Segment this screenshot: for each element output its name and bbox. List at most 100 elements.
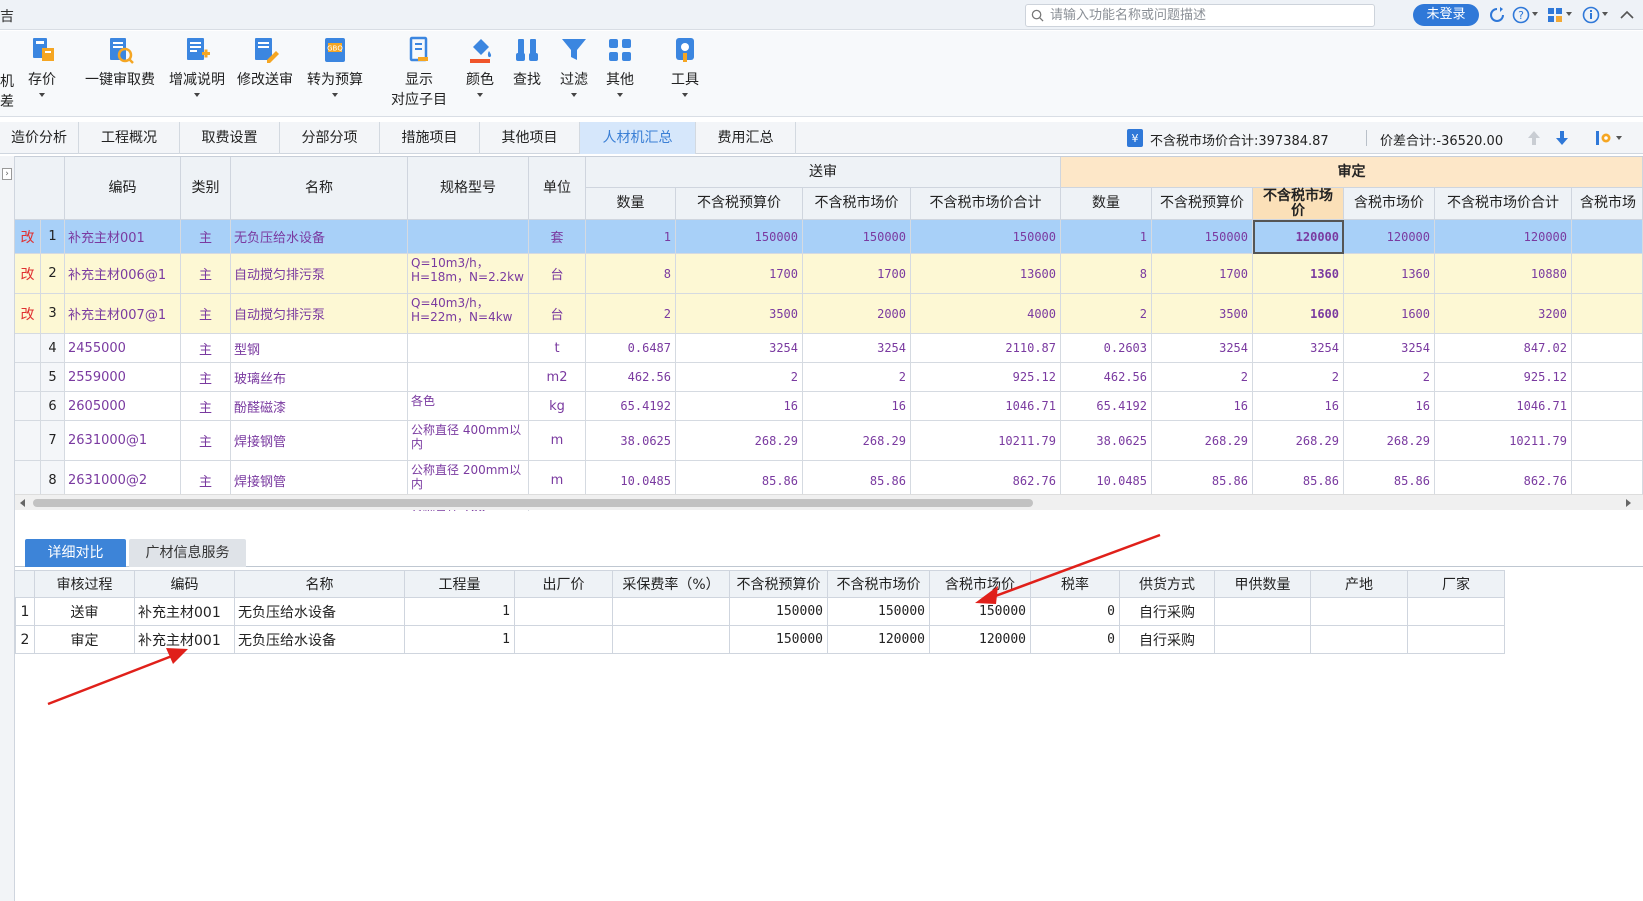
detail-cell-process[interactable]: 送审: [35, 598, 135, 626]
cell-tax-total[interactable]: [1572, 220, 1643, 254]
cell-s-market[interactable]: 1700: [803, 254, 911, 294]
cell-no[interactable]: 1: [41, 220, 65, 254]
detail-cell-factory[interactable]: [515, 598, 613, 626]
cell-s-market[interactable]: 150000: [803, 220, 911, 254]
detail-cell-budget[interactable]: 150000: [730, 598, 828, 626]
cell-a-budget[interactable]: 16: [1152, 392, 1253, 421]
cell-spec[interactable]: Q=40m3/h，H=22m，N=4kw: [408, 294, 529, 334]
col-header-submit-qty[interactable]: 数量: [586, 188, 676, 220]
cell-s-budget[interactable]: 3254: [676, 334, 803, 363]
cell-unit[interactable]: 台: [529, 254, 586, 294]
cell-s-total[interactable]: 2110.87: [911, 334, 1061, 363]
help-icon[interactable]: ?: [1512, 6, 1530, 24]
cell-a-qty[interactable]: 8: [1061, 254, 1152, 294]
cell-mark[interactable]: [15, 421, 41, 461]
table-row[interactable]: 6 2605000 主酚醛磁漆 各色 kg 65.4192 16 16 1046.71 65.41…: [15, 392, 1643, 421]
detail-col-header[interactable]: 采保费率（%）: [613, 570, 730, 598]
detail-col-header[interactable]: 编码: [135, 570, 235, 598]
scroll-left-icon[interactable]: [20, 499, 25, 507]
ribbon-filter-button[interactable]: 过滤: [554, 35, 594, 97]
detail-cell-supply[interactable]: 自行采购: [1120, 598, 1215, 626]
scrollbar-thumb[interactable]: [33, 499, 1033, 507]
cell-s-budget[interactable]: 16: [676, 392, 803, 421]
cell-a-qty[interactable]: 0.2603: [1061, 334, 1152, 363]
cell-s-market[interactable]: 2000: [803, 294, 911, 334]
cell-tax-total[interactable]: [1572, 363, 1643, 392]
cell-s-qty[interactable]: 0.6487: [586, 334, 676, 363]
detail-col-header[interactable]: 含税市场价: [930, 570, 1031, 598]
cell-no[interactable]: 3: [41, 294, 65, 334]
detail-col-header[interactable]: 不含税市场价: [828, 570, 930, 598]
detail-col-header[interactable]: 工程量: [405, 570, 515, 598]
cell-type[interactable]: 主: [181, 220, 231, 254]
ribbon-find-button[interactable]: 查找: [507, 35, 547, 89]
collapse-ribbon-icon[interactable]: [1618, 6, 1636, 24]
col-header-unit[interactable]: 单位: [529, 157, 586, 220]
cell-s-total[interactable]: 150000: [911, 220, 1061, 254]
cell-s-market[interactable]: 16: [803, 392, 911, 421]
cell-a-tax-market[interactable]: 3254: [1344, 334, 1435, 363]
cell-spec[interactable]: [408, 334, 529, 363]
cell-type[interactable]: 主: [181, 334, 231, 363]
col-header-approve-market[interactable]: 不含税市场价: [1253, 188, 1344, 220]
col-header-submit-market-total[interactable]: 不含税市场价合计: [911, 188, 1061, 220]
detail-cell-tax-market[interactable]: 150000: [930, 598, 1031, 626]
cell-spec[interactable]: Q=10m3/h，H=18m，N=2.2kw: [408, 254, 529, 294]
cell-a-tax-market[interactable]: 2: [1344, 363, 1435, 392]
detail-cell-market[interactable]: 120000: [828, 626, 930, 654]
cell-mark[interactable]: 改: [15, 254, 41, 294]
detail-cell-no[interactable]: 2: [15, 626, 35, 654]
cell-a-market[interactable]: 268.29: [1253, 421, 1344, 461]
cell-s-market[interactable]: 3254: [803, 334, 911, 363]
cell-s-total[interactable]: 925.12: [911, 363, 1061, 392]
col-header-submit-market[interactable]: 不含税市场价: [803, 188, 911, 220]
cell-a-budget[interactable]: 3254: [1152, 334, 1253, 363]
cell-tax-total[interactable]: [1572, 294, 1643, 334]
tab-fee-summary[interactable]: 费用汇总: [696, 122, 796, 154]
cell-no[interactable]: 6: [41, 392, 65, 421]
col-header-submit-budget[interactable]: 不含税预算价: [676, 188, 803, 220]
cell-name[interactable]: 自动搅匀排污泵: [231, 254, 408, 294]
ribbon-change-note-button[interactable]: 增减说明: [166, 35, 228, 97]
cell-a-market[interactable]: 120000: [1253, 220, 1344, 254]
tab-sub-items[interactable]: 分部分项: [280, 122, 380, 154]
tab-material-info-service[interactable]: 广材信息服务: [129, 539, 246, 567]
cell-spec[interactable]: [408, 220, 529, 254]
cell-s-budget[interactable]: 2: [676, 363, 803, 392]
cell-code[interactable]: 补充主材001: [65, 220, 181, 254]
col-header-code[interactable]: 编码: [65, 157, 181, 220]
cell-a-total[interactable]: 847.02: [1435, 334, 1572, 363]
ribbon-other-button[interactable]: 其他: [600, 35, 640, 97]
detail-cell-maker[interactable]: [1408, 598, 1505, 626]
cell-s-qty[interactable]: 65.4192: [586, 392, 676, 421]
cell-tax-total[interactable]: [1572, 392, 1643, 421]
detail-cell-supply[interactable]: 自行采购: [1120, 626, 1215, 654]
apps-dropdown-caret[interactable]: [1566, 12, 1572, 16]
cell-type[interactable]: 主: [181, 294, 231, 334]
detail-cell-qty[interactable]: 1: [405, 626, 515, 654]
cell-s-total[interactable]: 10211.79: [911, 421, 1061, 461]
cell-a-budget[interactable]: 268.29: [1152, 421, 1253, 461]
detail-cell-process[interactable]: 审定: [35, 626, 135, 654]
cell-s-budget[interactable]: 3500: [676, 294, 803, 334]
search-input[interactable]: [1050, 6, 1370, 25]
detail-cell-no[interactable]: 1: [15, 598, 35, 626]
cell-a-qty[interactable]: 1: [1061, 220, 1152, 254]
cell-a-qty[interactable]: 65.4192: [1061, 392, 1152, 421]
tab-other-items[interactable]: 其他项目: [480, 122, 580, 154]
detail-col-header[interactable]: 厂家: [1408, 570, 1505, 598]
cell-unit[interactable]: t: [529, 334, 586, 363]
table-row[interactable]: 5 2559000 主玻璃丝布 m2 462.56 2 2 925.12 462.56 2 2 2 92…: [15, 363, 1643, 392]
cell-s-total[interactable]: 4000: [911, 294, 1061, 334]
ribbon-partial-button[interactable]: 机 差: [0, 71, 14, 111]
cell-code[interactable]: 补充主材006@1: [65, 254, 181, 294]
cell-spec[interactable]: [408, 363, 529, 392]
help-dropdown-caret[interactable]: [1532, 12, 1538, 16]
detail-cell-party-qty[interactable]: [1215, 598, 1311, 626]
cell-tax-total[interactable]: [1572, 334, 1643, 363]
detail-cell-code[interactable]: 补充主材001: [135, 598, 235, 626]
tab-measure-items[interactable]: 措施项目: [380, 122, 480, 154]
col-header-approve-market-total[interactable]: 不含税市场价合计: [1435, 188, 1572, 220]
cell-mark[interactable]: [15, 392, 41, 421]
cell-s-budget[interactable]: 150000: [676, 220, 803, 254]
